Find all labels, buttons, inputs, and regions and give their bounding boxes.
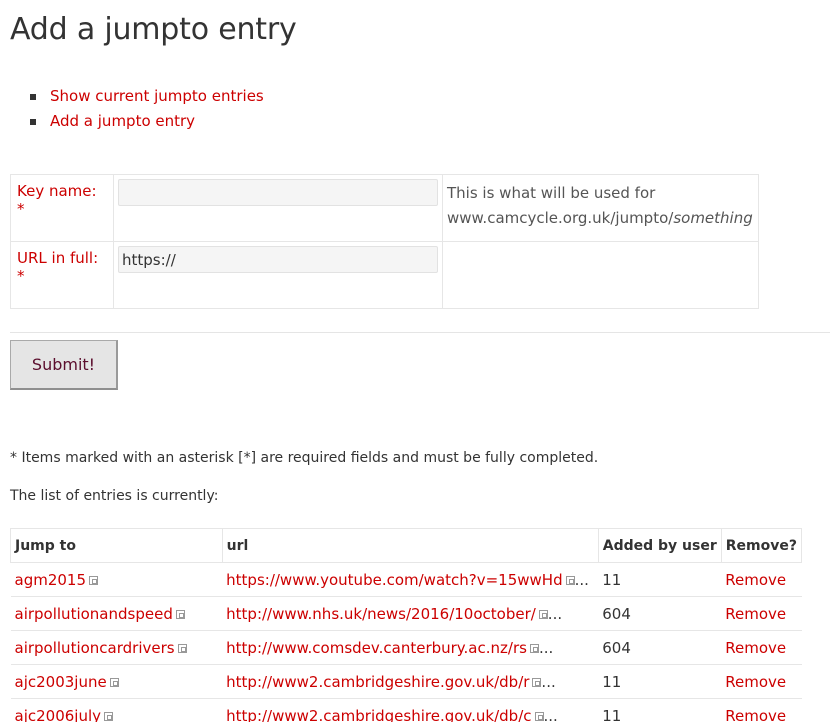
key-help-line1: This is what will be used for	[447, 184, 656, 202]
url-cell: https://www.youtube.com/watch?v=15wwHd..…	[222, 562, 599, 597]
url-link[interactable]: http://www.nhs.uk/news/2016/10october/	[226, 605, 536, 623]
url-input[interactable]	[118, 246, 438, 273]
url-link[interactable]: http://www2.cambridgeshire.gov.uk/db/r	[226, 673, 529, 691]
remove-cell: Remove	[721, 596, 802, 631]
jump-to-link[interactable]: agm2015	[15, 571, 87, 589]
divider	[10, 332, 830, 333]
key-row: Key name: * This is what will be used fo…	[10, 174, 759, 242]
added-by-user-cell: 11	[598, 664, 722, 699]
key-input-cell	[113, 174, 443, 242]
external-link-icon	[538, 609, 548, 619]
remove-cell: Remove	[721, 562, 802, 597]
jump-to-link[interactable]: ajc2003june	[15, 673, 107, 691]
remove-cell: Remove	[721, 630, 802, 665]
url-ellipsis: ...	[574, 570, 589, 589]
key-name-input[interactable]	[118, 179, 438, 206]
url-link[interactable]: https://www.youtube.com/watch?v=15wwHd	[226, 571, 562, 589]
jump-to-cell: ajc2006july	[10, 698, 223, 722]
remove-cell: Remove	[721, 698, 802, 722]
jump-to-cell: ajc2003june	[10, 664, 223, 699]
column-header-jump-to: Jump to	[10, 528, 223, 563]
jump-to-link[interactable]: airpollutionandspeed	[15, 605, 173, 623]
url-ellipsis: ...	[547, 604, 563, 623]
bullet-icon	[30, 94, 36, 100]
table-row: ajc2003june http://www2.cambridgeshire.go…	[10, 664, 802, 699]
jump-to-cell: airpollutionandspeed	[10, 596, 223, 631]
url-cell: http://www.nhs.uk/news/2016/10october/..…	[222, 596, 599, 631]
remove-link[interactable]: Remove	[725, 707, 786, 722]
table-row: airpollutioncardrivers http://www.comsdev…	[10, 630, 802, 665]
added-by-user-cell: 11	[598, 698, 722, 722]
remove-link[interactable]: Remove	[725, 571, 786, 589]
jump-to-cell: airpollutioncardrivers	[10, 630, 223, 665]
added-by-user-cell: 604	[598, 596, 722, 631]
url-cell: http://www.comsdev.canterbury.ac.nz/rs..…	[222, 630, 599, 665]
external-link-icon	[565, 575, 575, 585]
bullet-icon	[30, 119, 36, 125]
page: Add a jumpto entry Show current jumpto e…	[0, 0, 830, 722]
added-by-user-cell: 11	[598, 562, 722, 597]
key-help-italic: something	[673, 209, 753, 227]
url-ellipsis: ...	[541, 672, 556, 691]
entries-table: Jump to url Added by user Remove? agm201…	[10, 528, 803, 722]
column-header-url: url	[221, 528, 599, 563]
jumpto-form: Key name: * This is what will be used fo…	[10, 174, 759, 309]
key-help-line2: www.camcycle.org.uk/jumpto/something	[447, 206, 754, 231]
table-row: agm2015 https://www.youtube.com/watch?v=1…	[10, 562, 802, 597]
remove-link[interactable]: Remove	[725, 639, 786, 657]
added-by-user-cell: 604	[598, 630, 722, 665]
column-header-added-by-user: Added by user	[597, 528, 722, 563]
url-cell: http://www2.cambridgeshire.gov.uk/db/r..…	[222, 664, 599, 699]
external-link-icon	[532, 677, 542, 687]
url-input-cell	[113, 241, 443, 309]
table-row: ajc2006july http://www2.cambridgeshire.go…	[10, 698, 802, 722]
column-header-remove: Remove?	[720, 528, 803, 563]
nav-item-show-entries: Show current jumpto entries	[30, 84, 264, 109]
submit-button[interactable]: Submit!	[10, 340, 118, 390]
url-link[interactable]: http://www.comsdev.canterbury.ac.nz/rs	[226, 639, 527, 657]
external-link-icon	[175, 609, 185, 619]
external-link-icon	[534, 711, 544, 721]
url-row: URL in full: *	[10, 241, 759, 309]
jump-to-link[interactable]: airpollutioncardrivers	[15, 639, 175, 657]
external-link-icon	[529, 643, 539, 653]
remove-link[interactable]: Remove	[725, 673, 786, 691]
jump-to-cell: agm2015	[10, 562, 223, 597]
url-cell: http://www2.cambridgeshire.gov.uk/db/c..…	[222, 698, 599, 722]
external-link-icon	[109, 677, 119, 687]
url-help	[442, 241, 759, 309]
key-label: Key name: *	[10, 174, 114, 242]
external-link-icon	[177, 643, 187, 653]
entries-header-row: Jump to url Added by user Remove?	[10, 528, 803, 563]
external-link-icon	[104, 711, 113, 721]
add-entry-link[interactable]: Add a jumpto entry	[50, 112, 195, 130]
nav-item-add-entry: Add a jumpto entry	[30, 109, 264, 134]
jump-to-link[interactable]: ajc2006july	[15, 707, 102, 722]
url-label: URL in full: *	[10, 241, 114, 309]
external-link-icon	[89, 575, 98, 585]
url-ellipsis: ...	[543, 706, 558, 722]
url-link[interactable]: http://www2.cambridgeshire.gov.uk/db/c	[226, 707, 531, 722]
list-intro: The list of entries is currently:	[10, 488, 219, 504]
remove-cell: Remove	[721, 664, 802, 699]
required-note: * Items marked with an asterisk [*] are …	[10, 450, 599, 466]
url-ellipsis: ...	[538, 638, 554, 657]
key-help: This is what will be used for www.camcyc…	[442, 174, 759, 242]
table-row: airpollutionandspeed http://www.nhs.uk/ne…	[10, 596, 802, 631]
key-help-prefix: www.camcycle.org.uk/jumpto/	[447, 209, 674, 227]
page-title: Add a jumpto entry	[10, 12, 297, 47]
remove-link[interactable]: Remove	[725, 605, 786, 623]
jumpto-nav: Show current jumpto entries Add a jumpto…	[30, 84, 264, 134]
show-entries-link[interactable]: Show current jumpto entries	[50, 87, 264, 105]
entries-body: agm2015 https://www.youtube.com/watch?v=1…	[10, 562, 802, 722]
